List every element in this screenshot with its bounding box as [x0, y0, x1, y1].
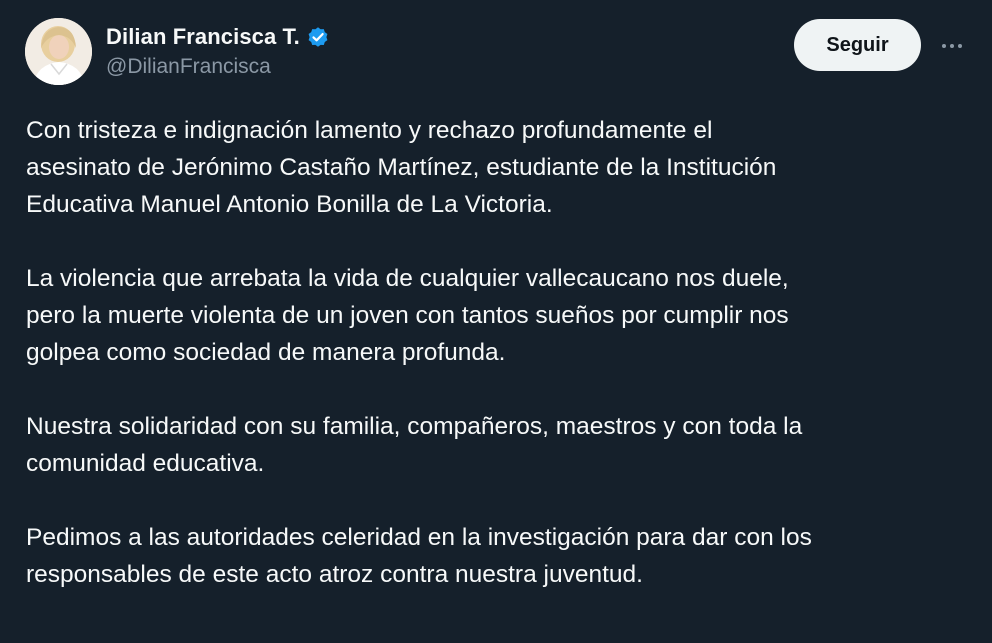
tweet-paragraph: Con tristeza e indignación lamento y rec… [26, 117, 777, 218]
tweet-paragraph: Pedimos a las autoridades celeridad en l… [26, 524, 812, 588]
dot [942, 44, 946, 48]
tweet-card: Dilian Francisca T. @DilianFrancisca Seg… [0, 0, 992, 643]
verified-badge-icon[interactable] [306, 25, 330, 49]
author-handle[interactable]: @DilianFrancisca [106, 55, 271, 79]
tweet-text: Con tristeza e indignación lamento y rec… [26, 112, 971, 593]
more-options-icon[interactable] [935, 33, 969, 59]
tweet-paragraph: Nuestra solidaridad con su familia, comp… [26, 413, 803, 477]
author-avatar[interactable] [25, 18, 92, 85]
author-display-name[interactable]: Dilian Francisca T. [106, 24, 300, 50]
tweet-paragraph: La violencia que arrebata la vida de cua… [26, 265, 789, 366]
follow-button[interactable]: Seguir [794, 19, 921, 71]
author-name-row: Dilian Francisca T. [106, 22, 330, 52]
dot [950, 44, 954, 48]
dot [958, 44, 962, 48]
avatar-photo-icon [25, 18, 92, 85]
